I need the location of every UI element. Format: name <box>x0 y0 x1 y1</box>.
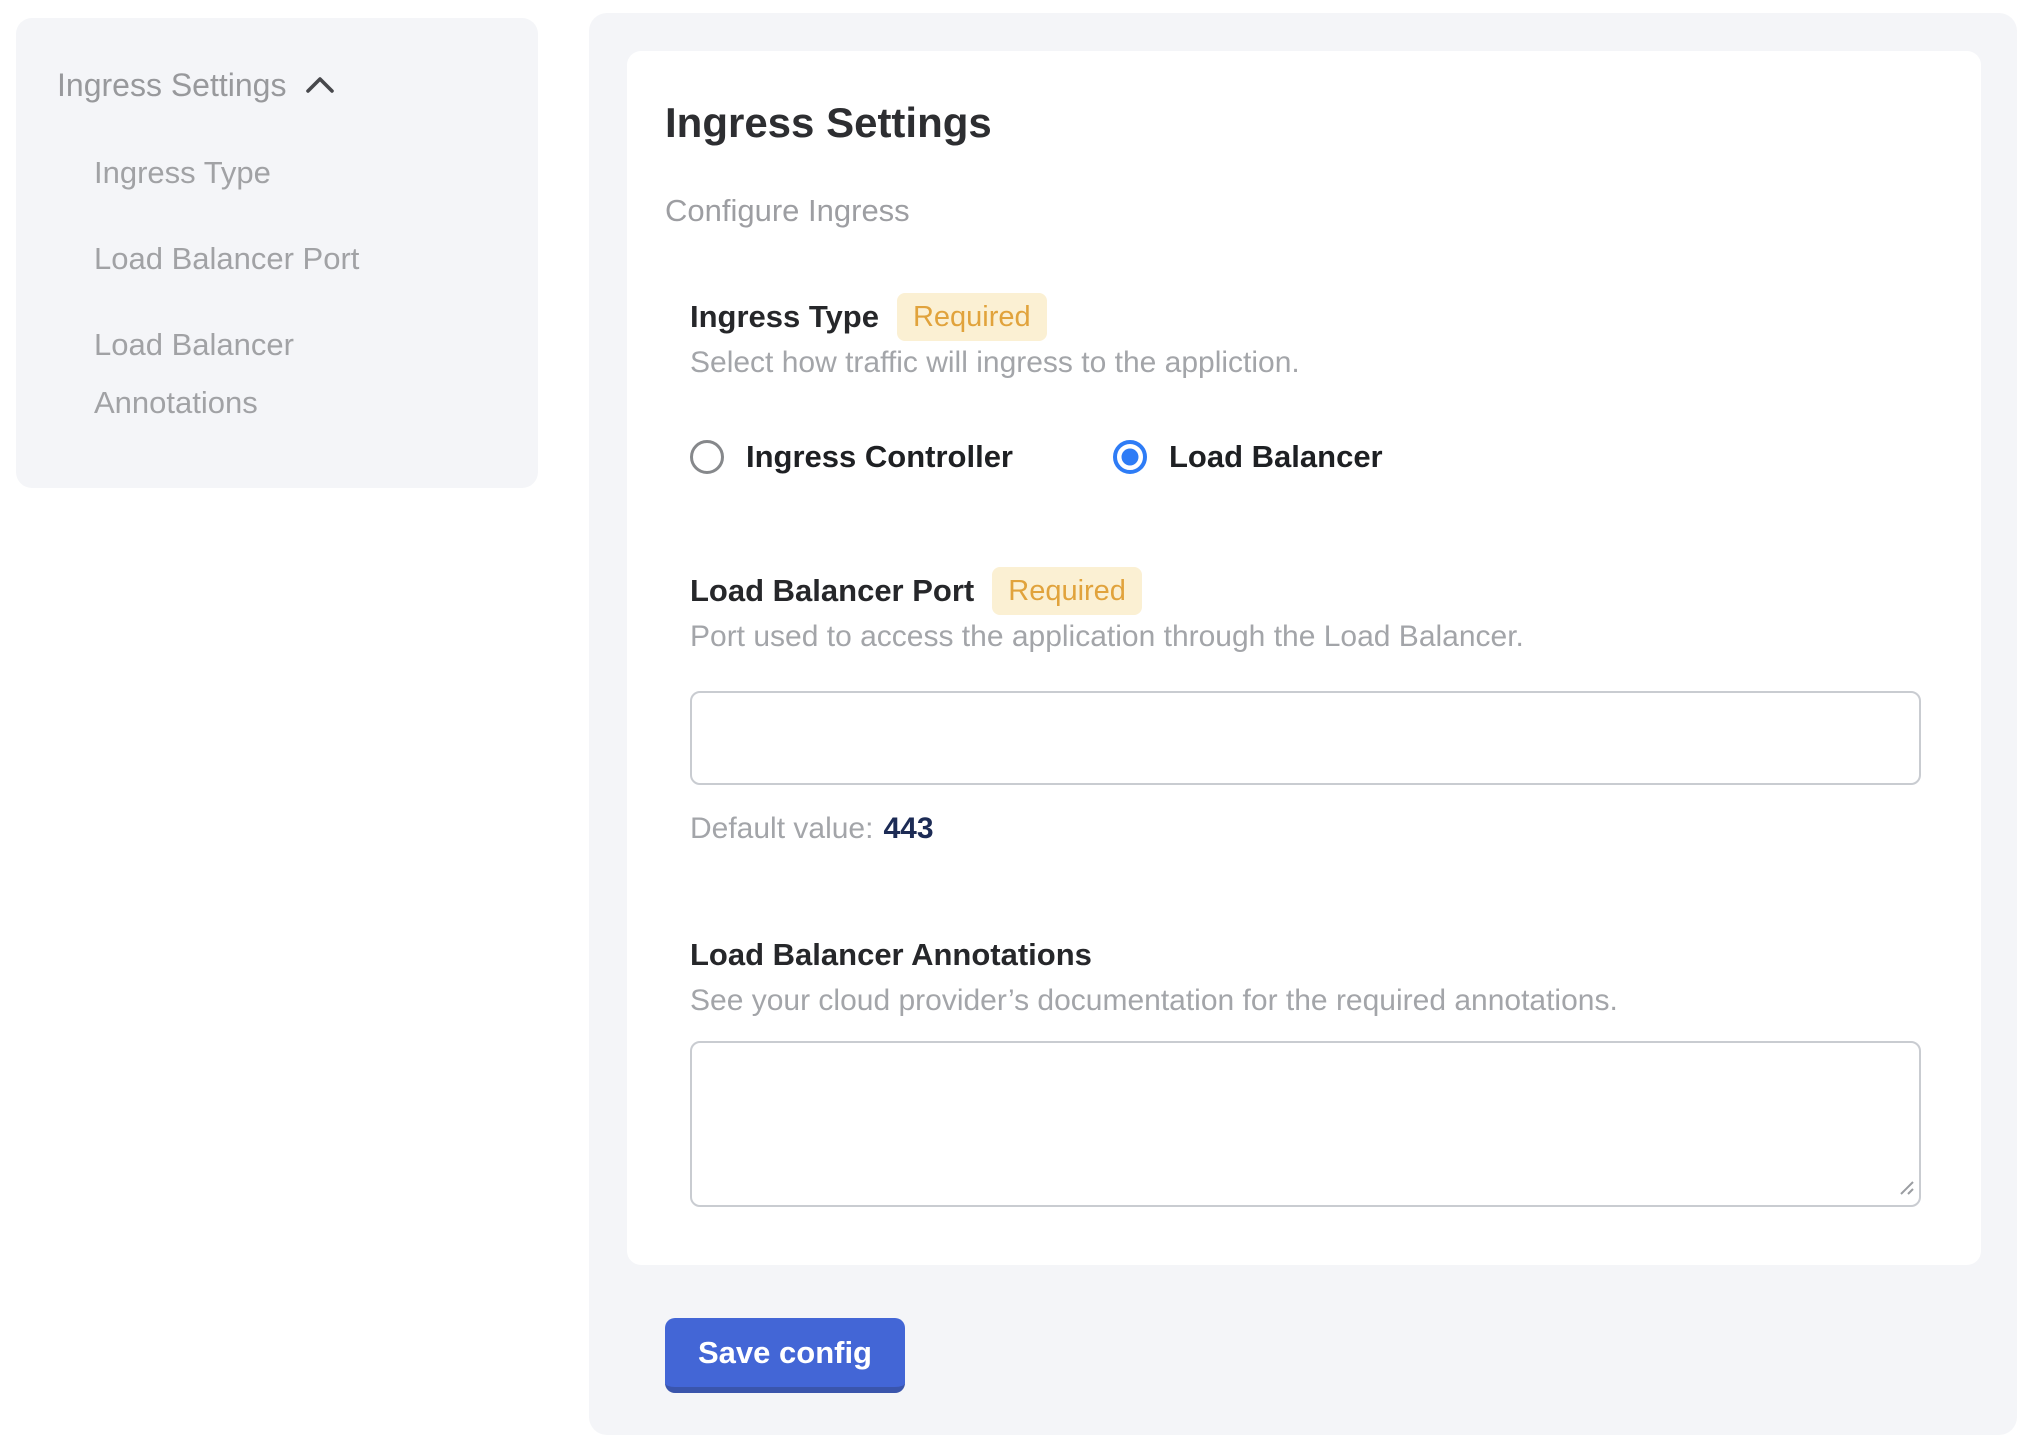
section-load-balancer-annotations: Load Balancer Annotations See your cloud… <box>690 931 1921 1207</box>
field-label-load-balancer-annotations: Load Balancer Annotations <box>690 937 1092 973</box>
field-description: Select how traffic will ingress to the a… <box>690 345 1921 381</box>
resize-handle-icon[interactable] <box>1895 1176 1915 1201</box>
section-ingress-type: Ingress Type Required Select how traffic… <box>690 293 1921 475</box>
required-badge: Required <box>992 567 1142 615</box>
ingress-settings-card: Ingress Settings Configure Ingress Ingre… <box>627 51 1981 1265</box>
sidebar-item-ingress-type[interactable]: Ingress Type <box>94 144 434 202</box>
load-balancer-annotations-textarea[interactable] <box>690 1041 1921 1207</box>
main-panel: Ingress Settings Configure Ingress Ingre… <box>589 13 2017 1435</box>
default-value-row: Default value: 443 <box>690 811 1921 847</box>
field-label-ingress-type: Ingress Type <box>690 299 879 335</box>
required-badge: Required <box>897 293 1047 341</box>
settings-nav-sidebar: Ingress Settings Ingress Type Load Balan… <box>16 18 538 488</box>
radio-button[interactable] <box>1113 440 1147 474</box>
default-value-label: Default value: <box>690 812 873 845</box>
radio-option-ingress-controller[interactable]: Ingress Controller <box>690 439 1013 475</box>
ingress-type-radio-group: Ingress Controller Load Balancer <box>690 439 1921 475</box>
default-value: 443 <box>883 812 933 845</box>
page-subtitle: Configure Ingress <box>665 193 1921 229</box>
sidebar-item-load-balancer-annotations[interactable]: Load Balancer Annotations <box>94 316 434 432</box>
field-label-load-balancer-port: Load Balancer Port <box>690 573 974 609</box>
save-config-button[interactable]: Save config <box>665 1318 905 1393</box>
field-description: See your cloud provider’s documentation … <box>690 983 1921 1019</box>
page-title: Ingress Settings <box>665 101 1921 145</box>
radio-label: Ingress Controller <box>746 439 1013 475</box>
radio-label: Load Balancer <box>1169 439 1383 475</box>
sidebar-item-load-balancer-port[interactable]: Load Balancer Port <box>94 230 434 288</box>
load-balancer-port-input[interactable] <box>690 691 1921 785</box>
sidebar-section-toggle[interactable]: Ingress Settings <box>57 66 498 104</box>
radio-option-load-balancer[interactable]: Load Balancer <box>1113 439 1383 475</box>
sidebar-item-list: Ingress Type Load Balancer Port Load Bal… <box>57 144 498 432</box>
section-load-balancer-port: Load Balancer Port Required Port used to… <box>690 567 1921 847</box>
radio-button[interactable] <box>690 440 724 474</box>
field-description: Port used to access the application thro… <box>690 619 1921 655</box>
sidebar-section-label: Ingress Settings <box>57 66 286 104</box>
chevron-up-icon <box>306 76 334 94</box>
